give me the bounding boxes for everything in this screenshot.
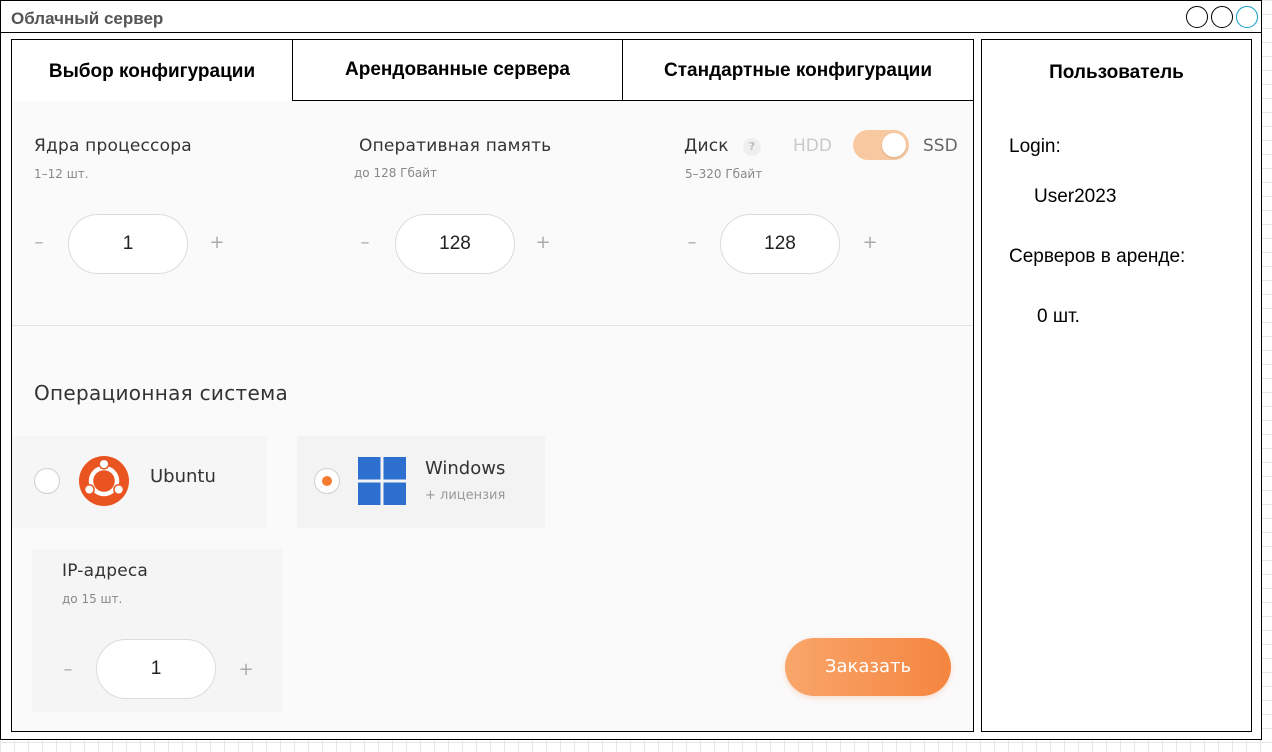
help-icon[interactable]: ?: [743, 138, 761, 156]
params-section: Ядра процессора 1–12 шт. – 1 + Оперативн…: [12, 101, 973, 325]
ram-value-input[interactable]: 128: [395, 214, 515, 274]
disk-type-toggle[interactable]: [853, 130, 909, 160]
windows-license-note: + лицензия: [425, 488, 506, 503]
main-panel: Выбор конфигурации Арендованные сервера …: [11, 39, 974, 732]
tab-rented-servers[interactable]: Арендованные сервера: [292, 40, 622, 101]
ubuntu-radio[interactable]: [34, 468, 60, 494]
os-option-windows[interactable]: Windows + лицензия: [297, 436, 545, 528]
ip-value-input[interactable]: 1: [96, 639, 216, 699]
disk-range: 5–320 Гбайт: [685, 167, 763, 181]
windows-radio[interactable]: [314, 468, 340, 494]
cpu-label: Ядра процессора: [34, 136, 192, 156]
disk-label: Диск: [684, 136, 729, 156]
disk-option-hdd[interactable]: HDD: [793, 136, 832, 156]
config-area: Ядра процессора 1–12 шт. – 1 + Оперативн…: [12, 101, 973, 731]
ip-label: IP-адреса: [62, 561, 149, 581]
ip-decrement-button[interactable]: –: [58, 659, 78, 680]
tab-bar: Выбор конфигурации Арендованные сервера …: [12, 40, 973, 101]
servers-count-value: 0 шт.: [1037, 306, 1080, 327]
ram-decrement-button[interactable]: –: [355, 232, 375, 253]
ram-label: Оперативная память: [359, 136, 552, 156]
order-button[interactable]: Заказать: [785, 638, 951, 696]
ram-increment-button[interactable]: +: [533, 232, 553, 253]
os-option-ubuntu[interactable]: Ubuntu: [12, 436, 267, 528]
section-divider: [12, 325, 973, 326]
disk-option-ssd[interactable]: SSD: [923, 136, 958, 156]
ubuntu-logo-icon: [79, 456, 129, 506]
ram-range: до 128 Гбайт: [354, 166, 438, 180]
ip-range: до 15 шт.: [62, 592, 123, 606]
servers-count-label: Серверов в аренде:: [1009, 246, 1186, 267]
ip-section: IP-адреса до 15 шт. – 1 +: [32, 549, 282, 712]
disk-increment-button[interactable]: +: [860, 232, 880, 253]
toggle-knob: [882, 133, 906, 157]
maximize-button[interactable]: [1211, 6, 1233, 28]
user-panel: Пользователь Login: User2023 Серверов в …: [981, 39, 1252, 732]
window-title: Облачный сервер: [11, 9, 164, 28]
ubuntu-label: Ubuntu: [150, 466, 216, 487]
title-bar: Облачный сервер: [1, 1, 1261, 33]
windows-logo-icon: [358, 457, 406, 505]
tab-config-select[interactable]: Выбор конфигурации: [12, 40, 292, 101]
close-button[interactable]: [1236, 6, 1258, 28]
radio-selected-dot: [322, 476, 332, 486]
user-panel-title: Пользователь: [1049, 62, 1184, 83]
windows-label: Windows: [425, 458, 506, 479]
login-label: Login:: [1009, 136, 1061, 157]
cpu-range: 1–12 шт.: [34, 167, 89, 181]
disk-decrement-button[interactable]: –: [682, 232, 702, 253]
disk-value-input[interactable]: 128: [720, 214, 840, 274]
cpu-decrement-button[interactable]: –: [29, 232, 49, 253]
login-value: User2023: [1034, 186, 1117, 207]
tab-standard-configs[interactable]: Стандартные конфигурации: [622, 40, 973, 101]
os-section-title: Операционная система: [34, 381, 289, 405]
cpu-value-input[interactable]: 1: [68, 214, 188, 274]
app-window: Облачный сервер Выбор конфигурации Аренд…: [0, 0, 1262, 740]
ip-increment-button[interactable]: +: [236, 659, 256, 680]
cpu-increment-button[interactable]: +: [207, 232, 227, 253]
os-options: Ubuntu Windows + лицензия: [12, 436, 973, 528]
minimize-button[interactable]: [1186, 6, 1208, 28]
